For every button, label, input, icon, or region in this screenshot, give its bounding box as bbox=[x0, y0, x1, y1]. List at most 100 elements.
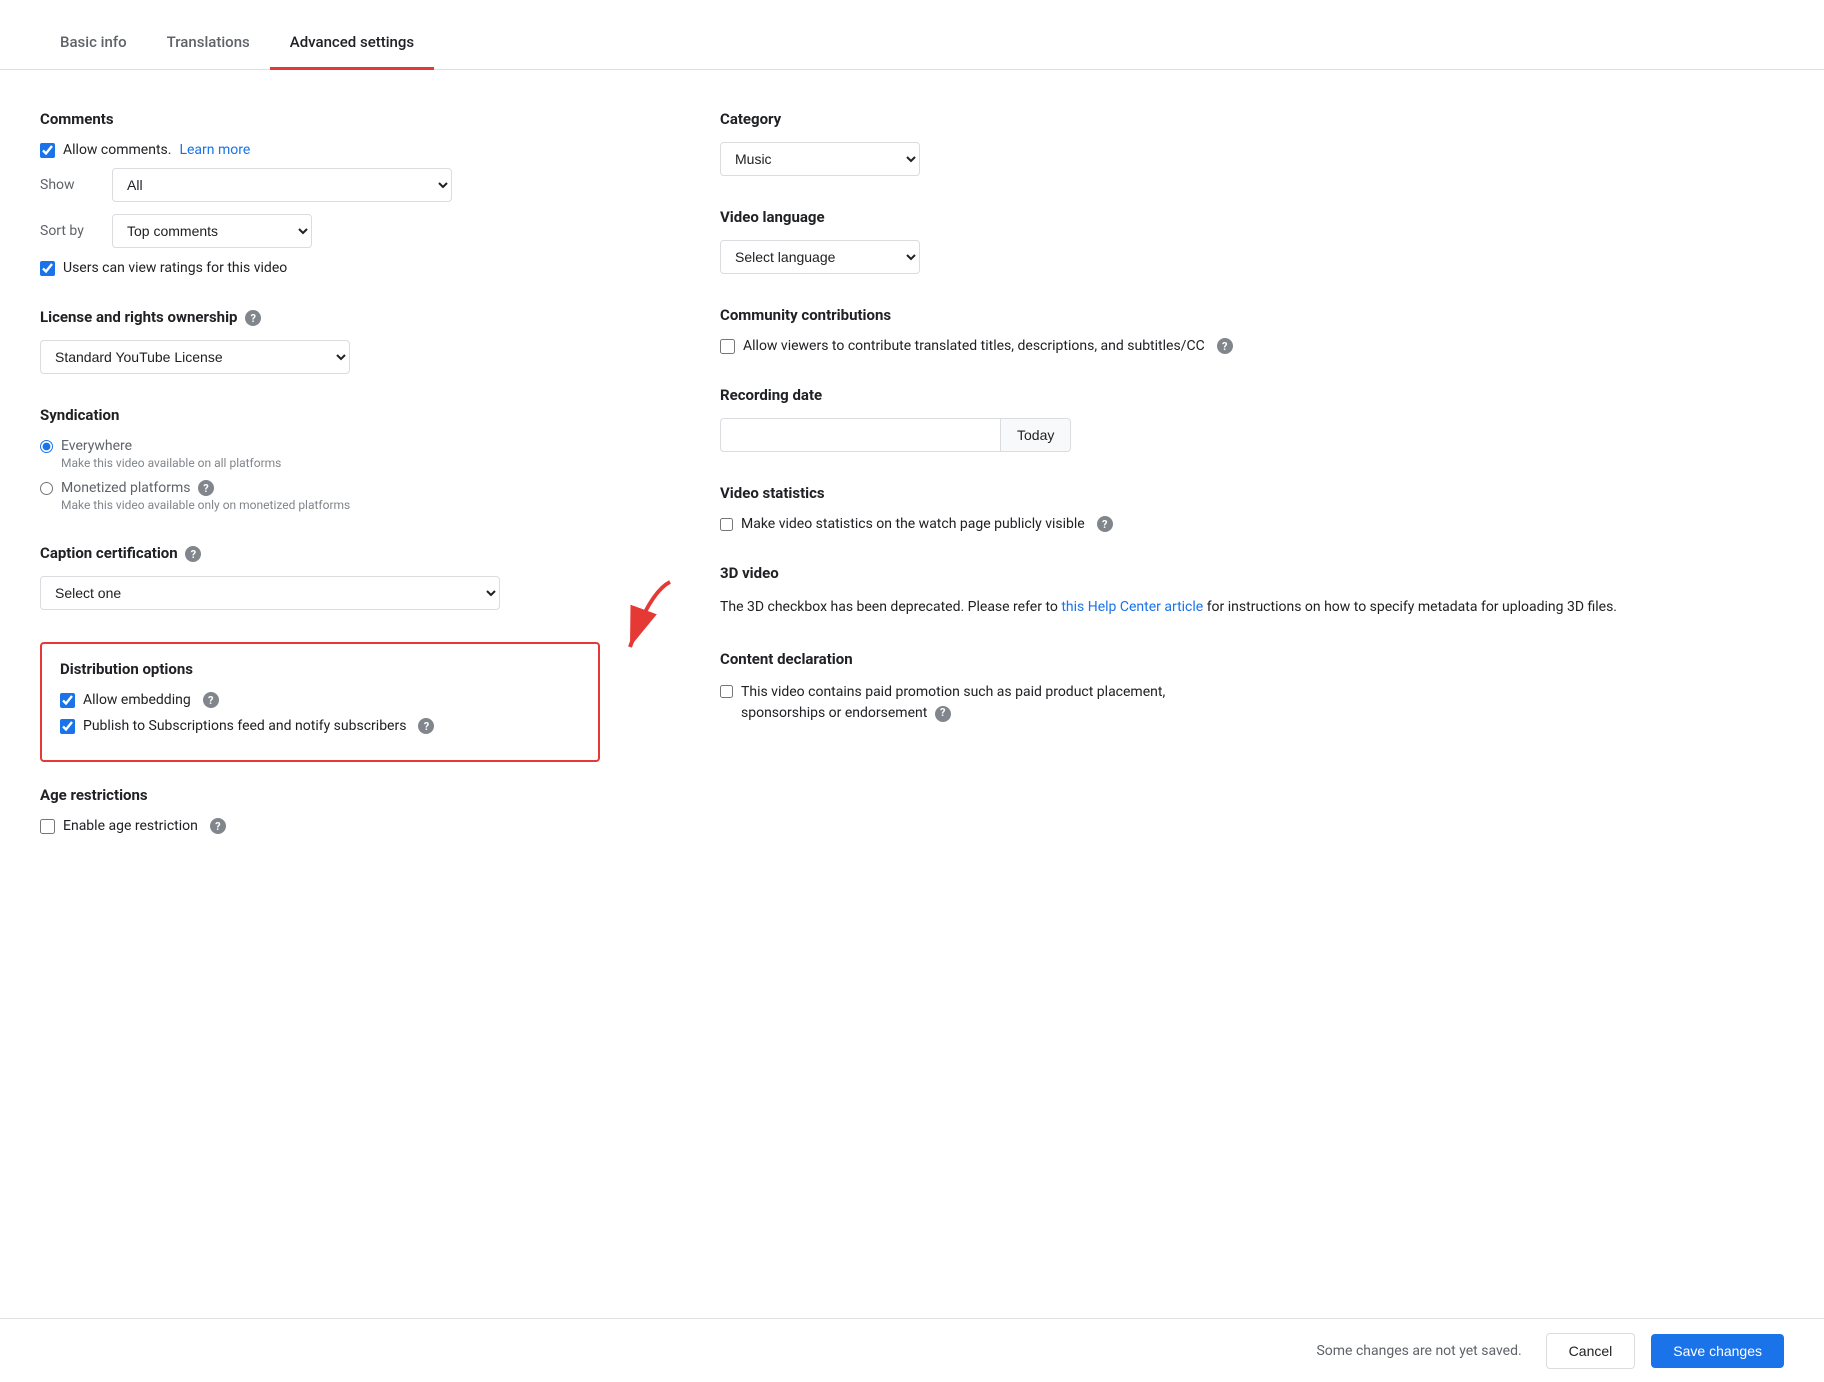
three-d-text-part2: for instructions on how to specify metad… bbox=[1203, 599, 1617, 615]
tab-basic-info[interactable]: Basic info bbox=[40, 17, 147, 70]
syndication-everywhere-sub: Make this video available on all platfor… bbox=[61, 456, 281, 470]
tab-translations[interactable]: Translations bbox=[147, 17, 270, 70]
sort-by-label: Sort by bbox=[40, 223, 100, 239]
community-help-icon[interactable]: ? bbox=[1217, 338, 1233, 354]
ratings-checkbox[interactable] bbox=[40, 261, 55, 276]
publish-feed-row: Publish to Subscriptions feed and notify… bbox=[60, 718, 580, 734]
allow-comments-label: Allow comments. bbox=[63, 142, 171, 158]
distribution-wrapper: Distribution options Allow embedding ? P… bbox=[40, 642, 600, 762]
allow-embedding-checkbox[interactable] bbox=[60, 693, 75, 708]
syndication-everywhere-label: Everywhere bbox=[61, 438, 281, 454]
video-language-section: Video language Select language English S… bbox=[720, 208, 1784, 274]
publish-feed-label: Publish to Subscriptions feed and notify… bbox=[83, 718, 406, 734]
content-declaration-section: Content declaration This video contains … bbox=[720, 650, 1784, 724]
allow-comments-checkbox[interactable] bbox=[40, 143, 55, 158]
age-restriction-help-icon[interactable]: ? bbox=[210, 818, 226, 834]
caption-select[interactable]: Select one This video is not required to… bbox=[40, 576, 500, 610]
language-select[interactable]: Select language English Spanish French G… bbox=[720, 240, 920, 274]
three-d-help-link[interactable]: this Help Center article bbox=[1061, 599, 1203, 615]
three-d-title: 3D video bbox=[720, 564, 1784, 582]
license-help-icon[interactable]: ? bbox=[245, 310, 261, 326]
video-language-title: Video language bbox=[720, 208, 1784, 226]
today-button[interactable]: Today bbox=[1000, 418, 1071, 452]
distribution-section-title: Distribution options bbox=[60, 660, 580, 678]
category-section: Category Film & Animation Autos & Vehicl… bbox=[720, 110, 1784, 176]
content-declaration-row: This video contains paid promotion such … bbox=[720, 682, 1784, 724]
tabs-bar: Basic info Translations Advanced setting… bbox=[0, 0, 1824, 70]
show-label: Show bbox=[40, 177, 100, 193]
cancel-button[interactable]: Cancel bbox=[1546, 1333, 1636, 1369]
content-declaration-help-icon[interactable]: ? bbox=[935, 706, 951, 722]
community-checkbox[interactable] bbox=[720, 339, 735, 354]
syndication-monetized-label: Monetized platforms ? bbox=[61, 480, 350, 496]
community-section: Community contributions Allow viewers to… bbox=[720, 306, 1784, 354]
publish-feed-help-icon[interactable]: ? bbox=[418, 718, 434, 734]
category-select[interactable]: Film & Animation Autos & Vehicles Music … bbox=[720, 142, 920, 176]
allow-embedding-label: Allow embedding bbox=[83, 692, 191, 708]
sort-by-select[interactable]: Top comments Newest first bbox=[112, 214, 312, 248]
left-column: Comments Allow comments. Learn more Show… bbox=[40, 110, 660, 858]
three-d-text-part1: The 3D checkbox has been deprecated. Ple… bbox=[720, 599, 1061, 615]
syndication-monetized-sub: Make this video available only on moneti… bbox=[61, 498, 350, 512]
comments-section-title: Comments bbox=[40, 110, 600, 128]
syndication-everywhere-labels: Everywhere Make this video available on … bbox=[61, 438, 281, 470]
community-section-title: Community contributions bbox=[720, 306, 1784, 324]
learn-more-link[interactable]: Learn more bbox=[179, 142, 250, 158]
content-declaration-line1: This video contains paid promotion such … bbox=[741, 684, 1165, 700]
caption-section-title: Caption certification ? bbox=[40, 544, 600, 562]
footer-bar: Some changes are not yet saved. Cancel S… bbox=[0, 1318, 1824, 1382]
content-declaration-line2-text: sponsorships or endorsement bbox=[741, 705, 927, 721]
save-changes-button[interactable]: Save changes bbox=[1651, 1334, 1784, 1368]
comments-section: Comments Allow comments. Learn more Show… bbox=[40, 110, 600, 276]
syndication-everywhere-row: Everywhere Make this video available on … bbox=[40, 438, 600, 470]
recording-date-section: Recording date Today bbox=[720, 386, 1784, 452]
allow-embedding-help-icon[interactable]: ? bbox=[203, 692, 219, 708]
main-content: Comments Allow comments. Learn more Show… bbox=[0, 70, 1824, 958]
age-restriction-checkbox[interactable] bbox=[40, 819, 55, 834]
ratings-row: Users can view ratings for this video bbox=[40, 260, 600, 276]
content-declaration-title: Content declaration bbox=[720, 650, 1784, 668]
publish-feed-checkbox[interactable] bbox=[60, 719, 75, 734]
syndication-monetized-row: Monetized platforms ? Make this video av… bbox=[40, 480, 600, 512]
license-title-text: License and rights ownership bbox=[40, 308, 238, 326]
content-declaration-text-block: This video contains paid promotion such … bbox=[741, 682, 1165, 724]
video-stats-label: Make video statistics on the watch page … bbox=[741, 516, 1085, 532]
video-stats-row: Make video statistics on the watch page … bbox=[720, 516, 1784, 532]
content-declaration-line2: sponsorships or endorsement ? bbox=[741, 705, 951, 721]
age-section-title: Age restrictions bbox=[40, 786, 600, 804]
syndication-section: Syndication Everywhere Make this video a… bbox=[40, 406, 600, 512]
caption-section: Caption certification ? Select one This … bbox=[40, 544, 600, 610]
syndication-monetized-radio[interactable] bbox=[40, 482, 53, 495]
caption-help-icon[interactable]: ? bbox=[185, 546, 201, 562]
community-label-text: Allow viewers to contribute translated t… bbox=[743, 338, 1205, 354]
syndication-monetized-help-icon[interactable]: ? bbox=[198, 480, 214, 496]
content-declaration-inner: This video contains paid promotion such … bbox=[720, 682, 1784, 724]
three-d-section: 3D video The 3D checkbox has been deprec… bbox=[720, 564, 1784, 618]
video-stats-checkbox[interactable] bbox=[720, 518, 733, 531]
video-statistics-section: Video statistics Make video statistics o… bbox=[720, 484, 1784, 532]
syndication-section-title: Syndication bbox=[40, 406, 600, 424]
show-select[interactable]: All Top comments only Approved comments … bbox=[112, 168, 452, 202]
video-statistics-title: Video statistics bbox=[720, 484, 1784, 502]
video-stats-help-icon[interactable]: ? bbox=[1097, 516, 1113, 532]
page-container: Basic info Translations Advanced setting… bbox=[0, 0, 1824, 958]
right-column: Category Film & Animation Autos & Vehicl… bbox=[660, 110, 1784, 858]
age-section: Age restrictions Enable age restriction … bbox=[40, 786, 600, 834]
allow-comments-row: Allow comments. Learn more bbox=[40, 142, 600, 158]
caption-title-text: Caption certification bbox=[40, 544, 178, 562]
recording-date-row: Today bbox=[720, 418, 1784, 452]
tab-advanced-settings[interactable]: Advanced settings bbox=[270, 17, 434, 70]
footer-status: Some changes are not yet saved. bbox=[1316, 1343, 1521, 1359]
license-section: License and rights ownership ? Standard … bbox=[40, 308, 600, 374]
syndication-everywhere-radio[interactable] bbox=[40, 440, 53, 453]
community-cb-row: Allow viewers to contribute translated t… bbox=[720, 338, 1784, 354]
syndication-monetized-labels: Monetized platforms ? Make this video av… bbox=[61, 480, 350, 512]
license-select[interactable]: Standard YouTube License Creative Common… bbox=[40, 340, 350, 374]
content-declaration-checkbox[interactable] bbox=[720, 685, 733, 698]
category-section-title: Category bbox=[720, 110, 1784, 128]
allow-embedding-row: Allow embedding ? bbox=[60, 692, 580, 708]
sort-by-row: Sort by Top comments Newest first bbox=[40, 214, 600, 248]
community-label: Allow viewers to contribute translated t… bbox=[743, 338, 1205, 354]
syndication-radio-group: Everywhere Make this video available on … bbox=[40, 438, 600, 512]
recording-date-input[interactable] bbox=[720, 418, 1000, 452]
